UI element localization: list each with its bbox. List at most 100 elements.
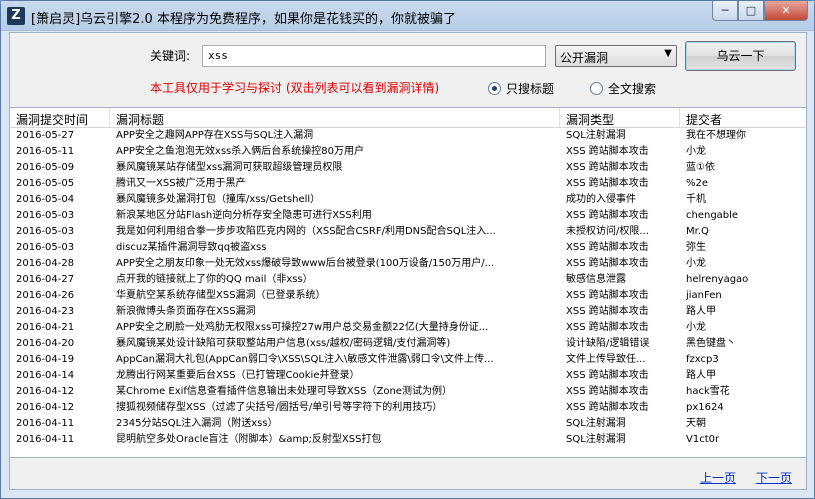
row-author: helrenyagao [686, 274, 749, 285]
row-title: 点开我的链接就上了你的QQ mail（非xss） [116, 274, 313, 285]
row-date: 2016-04-11 [16, 418, 75, 429]
radio-fulltext[interactable]: 全文搜索 [590, 80, 656, 97]
row-title: 暴风魔镜某站存储型xss漏洞可获取超级管理员权限 [116, 162, 343, 173]
row-author: 路人甲 [686, 306, 716, 317]
table-row[interactable]: 2016-05-11 APP安全之鱼泡泡无效xss杀入俩后台系统操控80万用户 XS… [10, 144, 806, 160]
table-row[interactable]: 2016-04-11 昆明航空多处Oracle盲注（附脚本）&amp;反射型XSS… [10, 432, 806, 448]
row-date: 2016-04-26 [16, 290, 75, 301]
row-date: 2016-04-12 [16, 402, 75, 413]
minimize-icon: ─ [721, 4, 729, 17]
row-type: XSS 跨站脚本攻击 [566, 290, 649, 301]
disclaimer-text: 本工具仅用于学习与探讨 (双击列表可以看到漏洞详情) [150, 81, 440, 95]
row-date: 2016-05-03 [16, 242, 75, 253]
row-type: SQL注射漏洞 [566, 434, 626, 445]
table-row[interactable]: 2016-04-23 新浪微博头条页面存在XSS漏洞 XSS 跨站脚本攻击 路人甲 [10, 304, 806, 320]
row-author: Mr.Q [686, 226, 709, 237]
list-body: 2016-05-27 APP安全之趣网APP存在XSS与SQL注入漏洞 SQL注射漏… [10, 128, 806, 448]
window-title: [箫启灵]乌云引擎2.0 本程序为免费程序，如果你是花钱买的，你就被骗了 [31, 12, 456, 27]
row-title: 某Chrome Exif信息查看插件信息输出未处理可导致XSS（Zone测试为例… [116, 386, 452, 397]
prev-page-link[interactable]: 上一页 [700, 469, 736, 486]
row-author: 千机 [686, 194, 706, 205]
row-title: 华夏航空某系统存储型XSS漏洞（已登录系统） [116, 290, 326, 301]
results-list[interactable]: 漏洞提交时间 漏洞标题 漏洞类型 提交者 2016-05-27 APP安全之趣网A… [10, 107, 806, 458]
table-row[interactable]: 2016-04-11 2345分站SQL注入漏洞（附送xss） SQL注射漏洞 天朝 [10, 416, 806, 432]
row-author: hack雪花 [686, 386, 730, 397]
search-button[interactable]: 乌云一下 [685, 41, 796, 71]
row-author: 我在不想理你 [686, 130, 746, 141]
client-area: 关键词: xss 公开漏洞 ▼ 乌云一下 本工具仅用于学习与探讨 (双击列表可以… [9, 32, 807, 490]
row-date: 2016-05-11 [16, 146, 75, 157]
row-author: 路人甲 [686, 370, 716, 381]
next-page-link[interactable]: 下一页 [756, 469, 792, 486]
table-row[interactable]: 2016-04-14 龙腾出行网某重要后台XSS（已打管理Cookie并登录） XS… [10, 368, 806, 384]
row-type: XSS 跨站脚本攻击 [566, 210, 649, 221]
column-header-author[interactable]: 提交者 [680, 108, 806, 127]
table-row[interactable]: 2016-04-26 华夏航空某系统存储型XSS漏洞（已登录系统） XSS 跨站脚本… [10, 288, 806, 304]
app-logo-icon: Z [7, 7, 25, 25]
column-header-type[interactable]: 漏洞类型 [560, 108, 680, 127]
radio-checked-icon [488, 82, 501, 95]
column-header-date[interactable]: 漏洞提交时间 [10, 108, 110, 127]
row-title: discuz某插件漏洞导致qq被盗xss [116, 242, 267, 253]
row-type: 未授权访问/权限... [566, 226, 649, 237]
row-title: 搜狐视频储存型XSS（过滤了尖括号/圆括号/单引号等字符下的利用技巧） [116, 402, 443, 413]
row-type: XSS 跨站脚本攻击 [566, 306, 649, 317]
row-title: 2345分站SQL注入漏洞（附送xss） [116, 418, 278, 429]
column-header-title[interactable]: 漏洞标题 [110, 108, 560, 127]
row-date: 2016-05-09 [16, 162, 75, 173]
row-date: 2016-04-14 [16, 370, 75, 381]
table-row[interactable]: 2016-04-21 APP安全之刷脸一处鸡肋无权限xss可操控27w用户总交易金… [10, 320, 806, 336]
table-row[interactable]: 2016-05-27 APP安全之趣网APP存在XSS与SQL注入漏洞 SQL注射漏… [10, 128, 806, 144]
row-date: 2016-04-27 [16, 274, 75, 285]
table-row[interactable]: 2016-05-03 我是如何利用组合拳一步步攻陷匹克内网的（XSS配合CSRF/… [10, 224, 806, 240]
table-row[interactable]: 2016-04-12 某Chrome Exif信息查看插件信息输出未处理可导致XS… [10, 384, 806, 400]
row-date: 2016-04-23 [16, 306, 75, 317]
row-type: XSS 跨站脚本攻击 [566, 322, 649, 333]
maximize-button[interactable]: □ [738, 1, 764, 21]
radio-unchecked-icon [590, 82, 603, 95]
row-type: SQL注射漏洞 [566, 130, 626, 141]
category-select[interactable]: 公开漏洞 ▼ [555, 45, 677, 67]
main-window: Z [箫启灵]乌云引擎2.0 本程序为免费程序，如果你是花钱买的，你就被骗了 ─… [0, 0, 815, 499]
row-type: 成功的入侵事件 [566, 194, 636, 205]
table-row[interactable]: 2016-05-04 暴风魔镜多处漏洞打包（撞库/xss/Getshell） 成功的… [10, 192, 806, 208]
row-type: 设计缺陷/逻辑错误 [566, 338, 650, 349]
window-controls: ─ □ ✕ [712, 1, 808, 21]
keyword-label: 关键词: [150, 49, 191, 63]
row-author: 黑色键盘丶 [686, 338, 736, 349]
row-author: %2e [686, 178, 709, 189]
row-date: 2016-04-20 [16, 338, 75, 349]
table-row[interactable]: 2016-05-03 新浪某地区分站Flash逆向分析存安全隐患可进行XSS利用 X… [10, 208, 806, 224]
row-date: 2016-04-11 [16, 434, 75, 445]
table-row[interactable]: 2016-04-12 搜狐视频储存型XSS（过滤了尖括号/圆括号/单引号等字符下的… [10, 400, 806, 416]
minimize-button[interactable]: ─ [712, 1, 738, 21]
row-title: APP安全之趣网APP存在XSS与SQL注入漏洞 [116, 130, 314, 141]
table-row[interactable]: 2016-05-05 腾讯又一XSS被广泛用于黑产 XSS 跨站脚本攻击 %2e [10, 176, 806, 192]
row-type: XSS 跨站脚本攻击 [566, 162, 649, 173]
row-author: V1ct0r [686, 434, 720, 445]
row-date: 2016-05-04 [16, 194, 75, 205]
maximize-icon: □ [745, 4, 757, 17]
close-button[interactable]: ✕ [764, 1, 808, 21]
table-row[interactable]: 2016-05-09 暴风魔镜某站存储型xss漏洞可获取超级管理员权限 XSS 跨站… [10, 160, 806, 176]
table-row[interactable]: 2016-04-19 AppCan漏洞大礼包(AppCan弱口令\XSS\SQL注… [10, 352, 806, 368]
row-title: APP安全之鱼泡泡无效xss杀入俩后台系统操控80万用户 [116, 146, 364, 157]
table-row[interactable]: 2016-04-20 暴风魔镜某处设计缺陷可获取整站用户信息(xss/越权/密码逻… [10, 336, 806, 352]
table-row[interactable]: 2016-05-03 discuz某插件漏洞导致qq被盗xss XSS 跨站脚本攻击… [10, 240, 806, 256]
row-title: 腾讯又一XSS被广泛用于黑产 [116, 178, 246, 189]
row-title: AppCan漏洞大礼包(AppCan弱口令\XSS\SQL注入\敏感文件泄露\弱… [116, 354, 494, 365]
chevron-down-icon: ▼ [664, 48, 672, 59]
row-title: 我是如何利用组合拳一步步攻陷匹克内网的（XSS配合CSRF/利用DNS配合SQL… [116, 226, 496, 237]
row-type: XSS 跨站脚本攻击 [566, 242, 649, 253]
title-bar[interactable]: Z [箫启灵]乌云引擎2.0 本程序为免费程序，如果你是花钱买的，你就被骗了 ─… [1, 1, 814, 31]
row-author: 小龙 [686, 258, 706, 269]
radio-title-only[interactable]: 只搜标题 [488, 80, 554, 97]
table-row[interactable]: 2016-04-28 APP安全之朋友印象一处无效xss爆破导致www后台被登录(… [10, 256, 806, 272]
row-title: APP安全之刷脸一处鸡肋无权限xss可操控27w用户总交易金额22亿(大量持身份… [116, 322, 489, 333]
row-author: fzxcp3 [686, 354, 719, 365]
table-row[interactable]: 2016-04-27 点开我的链接就上了你的QQ mail（非xss） 敏感信息泄露… [10, 272, 806, 288]
keyword-input[interactable]: xss [202, 45, 546, 67]
row-author: 天朝 [686, 418, 706, 429]
row-author: jianFen [686, 290, 722, 301]
row-author: 弥生 [686, 242, 706, 253]
